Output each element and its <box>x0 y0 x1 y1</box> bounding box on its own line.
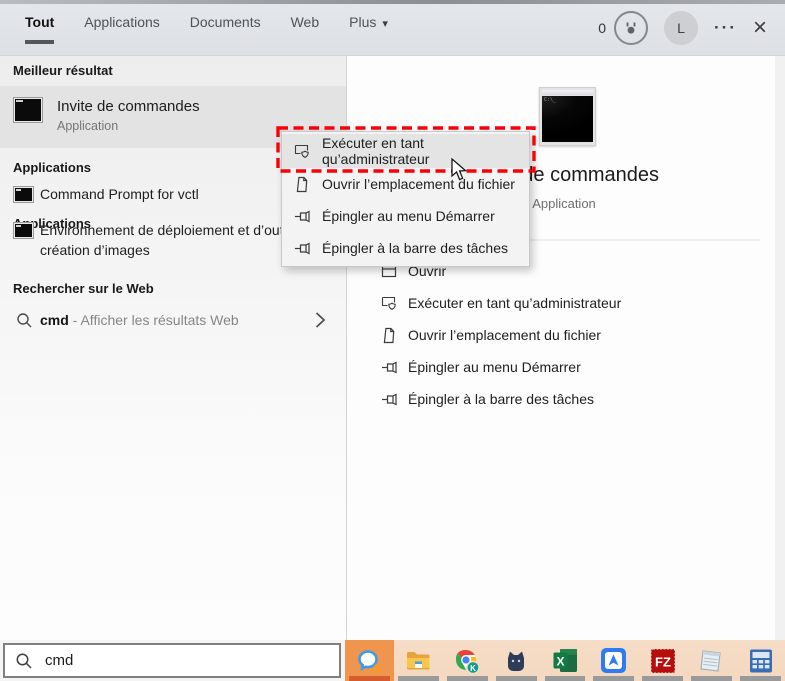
context-open-file-location[interactable]: Ouvrir l’emplacement du fichier <box>282 168 529 200</box>
filezilla-icon: FZ <box>650 648 676 674</box>
running-indicator <box>349 676 390 681</box>
action-pin-to-taskbar[interactable]: Épingler à la barre des tâches <box>381 383 751 415</box>
taskbar: K X FZ <box>345 640 785 681</box>
best-match-subtitle: Application <box>57 119 119 133</box>
rewards-widget[interactable]: 0 <box>598 11 648 45</box>
search-box[interactable] <box>3 643 341 678</box>
search-bar-area <box>0 640 345 681</box>
search-header: Tout Applications Documents Web Plus ▾ 0 … <box>0 0 785 56</box>
calculator-icon <box>748 648 774 674</box>
search-icon <box>15 652 33 670</box>
scrollbar-track[interactable] <box>775 56 785 640</box>
context-pin-to-taskbar[interactable]: Épingler à la barre des tâches <box>282 232 529 264</box>
pin-icon <box>294 240 311 257</box>
search-icon <box>16 312 33 329</box>
action-open-file-location[interactable]: Ouvrir l’emplacement du fichier <box>381 319 751 351</box>
taskbar-cat-app[interactable] <box>492 640 541 681</box>
chevron-down-icon: ▾ <box>382 18 388 30</box>
running-indicator <box>691 676 733 681</box>
file-location-icon <box>381 327 398 344</box>
avatar[interactable]: L <box>664 11 698 45</box>
context-pin-to-start[interactable]: Épingler au menu Démarrer <box>282 200 529 232</box>
running-indicator <box>740 676 782 681</box>
web-search-result[interactable]: cmd - Afficher les résultats Web <box>0 302 346 340</box>
blue-app-icon <box>600 647 627 674</box>
icon-screen: C:\_ <box>542 96 593 142</box>
svg-text:X: X <box>556 655 564 669</box>
running-indicator <box>593 676 635 681</box>
taskbar-blue-app[interactable] <box>589 640 638 681</box>
context-menu: Exécuter en tant qu’administrateur Ouvri… <box>281 131 530 267</box>
search-input[interactable] <box>45 652 315 669</box>
pin-icon <box>381 359 398 376</box>
run-as-admin-icon <box>381 295 398 312</box>
web-result-label: cmd - Afficher les résultats Web <box>40 312 239 328</box>
file-explorer-icon <box>405 647 432 674</box>
action-run-as-admin[interactable]: Exécuter en tant qu’administrateur <box>381 287 751 319</box>
running-indicator <box>446 676 488 681</box>
taskbar-excel[interactable]: X <box>541 640 590 681</box>
rewards-count: 0 <box>598 20 606 36</box>
run-as-admin-icon <box>294 143 311 160</box>
tab-applications[interactable]: Applications <box>84 14 160 36</box>
rewards-medal-icon <box>614 11 648 45</box>
best-match-header: Meilleur résultat <box>13 63 113 78</box>
context-run-as-admin[interactable]: Exécuter en tant qu’administrateur <box>282 134 529 168</box>
taskbar-notepad[interactable] <box>687 640 736 681</box>
tab-plus[interactable]: Plus ▾ <box>349 14 388 36</box>
taskbar-filezilla[interactable]: FZ <box>638 640 687 681</box>
file-location-icon <box>294 176 311 193</box>
chrome-icon: K <box>453 647 481 675</box>
running-indicator <box>544 676 586 681</box>
cmd-window-large-icon: C:\_ <box>539 87 596 146</box>
svg-text:K: K <box>470 664 476 673</box>
icon-titlebar <box>542 90 593 95</box>
pin-icon <box>381 391 398 408</box>
best-match-title: Invite de commandes <box>57 98 200 115</box>
more-menu-icon[interactable]: ··· <box>714 18 737 38</box>
taskbar-chrome[interactable]: K <box>443 640 492 681</box>
pin-icon <box>294 208 311 225</box>
running-indicator <box>495 676 537 681</box>
taskbar-chat-app[interactable] <box>345 640 394 681</box>
taskbar-file-explorer[interactable] <box>394 640 443 681</box>
web-search-header: Rechercher sur le Web <box>13 281 154 296</box>
tab-web[interactable]: Web <box>291 14 320 36</box>
cat-app-icon <box>503 648 529 674</box>
excel-icon: X <box>552 647 579 674</box>
window-top-edge <box>0 0 785 4</box>
running-indicator <box>397 676 439 681</box>
close-icon[interactable]: × <box>753 16 767 40</box>
action-pin-to-start[interactable]: Épingler au menu Démarrer <box>381 351 751 383</box>
running-indicator <box>642 676 684 681</box>
tab-tout[interactable]: Tout <box>25 14 55 44</box>
svg-text:FZ: FZ <box>655 654 671 669</box>
taskbar-calculator[interactable] <box>736 640 785 681</box>
tab-documents[interactable]: Documents <box>190 14 261 36</box>
notepad-icon <box>698 647 725 674</box>
cmd-window-icon <box>13 97 43 123</box>
chat-app-icon <box>355 647 383 675</box>
header-actions: 0 L ··· × <box>598 8 767 48</box>
cmd-window-icon <box>13 222 34 239</box>
filter-tabs: Tout Applications Documents Web Plus ▾ <box>25 14 388 44</box>
windows-search-panel: Tout Applications Documents Web Plus ▾ 0 … <box>0 0 785 681</box>
chevron-right-icon[interactable] <box>314 311 326 329</box>
cmd-window-icon <box>13 186 34 203</box>
